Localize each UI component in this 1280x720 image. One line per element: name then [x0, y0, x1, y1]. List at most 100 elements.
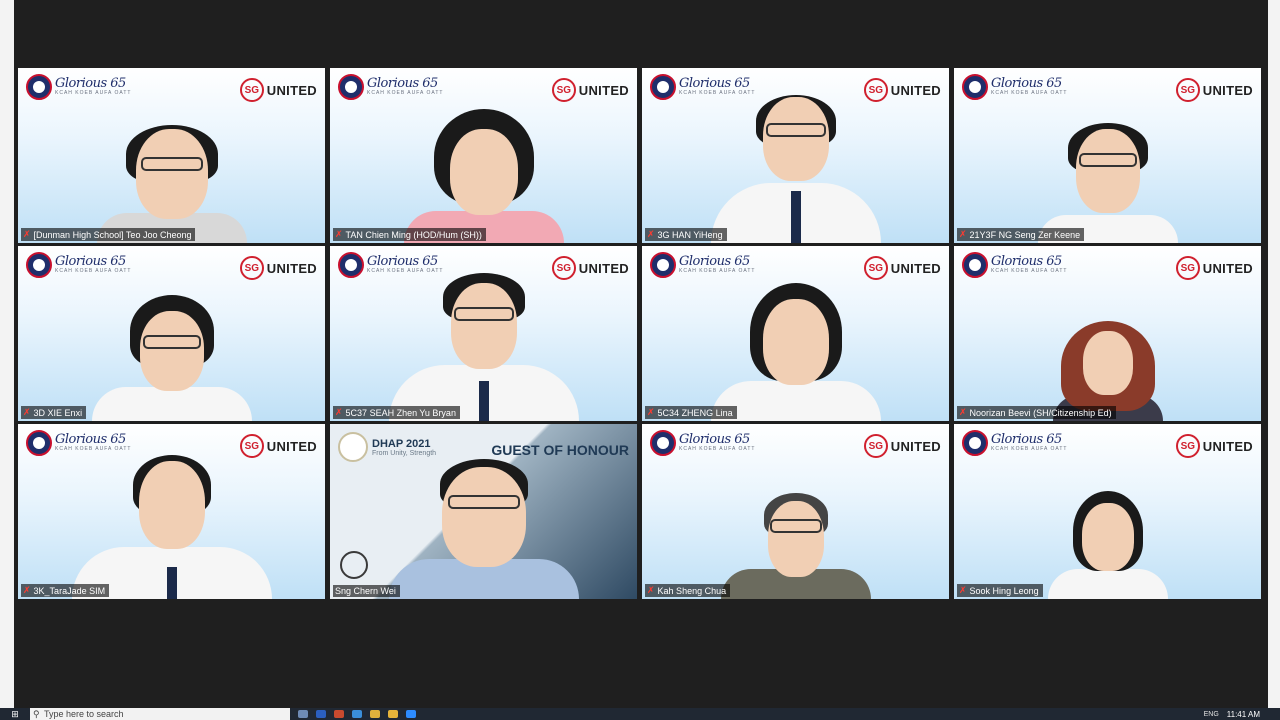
participant-name-tag: ✗ 3D XIE Enxi [21, 406, 87, 419]
glorious-65-logo: Glorious 65 KCAH KOEB AUFA OATT [338, 74, 443, 100]
school-crest-icon [26, 74, 52, 100]
video-tile-9[interactable]: Glorious 65 KCAH KOEB AUFA OATT SG UNITED … [18, 424, 325, 599]
participant-name: TAN Chien Ming (HOD/Hum (SH)) [345, 229, 482, 240]
participant-name: 21Y3F NG Seng Zer Keene [969, 229, 1081, 240]
taskbar-clock[interactable]: 11:41 AM [1227, 710, 1260, 719]
dhap-subtitle: From Unity, Strength [372, 449, 437, 457]
video-gallery-grid: Glorious 65 KCAH KOEB AUFA OATT SG UNITED … [18, 68, 1261, 599]
participant-name: Kah Sheng Chua [657, 585, 727, 596]
participant-name-tag: ✗ 5C37 SEAH Zhen Yu Bryan [333, 406, 460, 419]
school-crest-icon [26, 430, 52, 456]
language-indicator[interactable]: ENG [1204, 711, 1219, 718]
sg-circle-icon: SG [551, 256, 576, 280]
sg-united-text: UNITED [266, 82, 317, 98]
video-tile-6[interactable]: Glorious 65 KCAH KOEB AUFA OATT SG UNITED … [330, 246, 637, 421]
glorious-script-text: Glorious 65 [991, 432, 1062, 447]
word-app-icon[interactable] [316, 710, 326, 718]
sg-circle-icon: SG [863, 434, 888, 458]
glorious-sub-text: KCAH KOEB AUFA OATT [55, 446, 132, 452]
glorious-sub-text: KCAH KOEB AUFA OATT [367, 90, 444, 96]
dhap-seal-icon [338, 432, 368, 462]
school-crest-icon [650, 252, 676, 278]
file-explorer-icon[interactable] [388, 710, 398, 718]
sg-united-logo: SG UNITED [863, 78, 941, 102]
glorious-script-text: Glorious 65 [991, 76, 1062, 91]
search-icon: ⚲ [33, 709, 40, 719]
participant-name-tag: ✗ 3G HAN YiHeng [645, 228, 727, 241]
school-crest-icon [962, 430, 988, 456]
task-view-icon[interactable] [298, 710, 308, 718]
video-tile-12[interactable]: Glorious 65 KCAH KOEB AUFA OATT SG UNITED … [954, 424, 1261, 599]
glorious-script-text: Glorious 65 [367, 254, 438, 269]
sg-united-text: UNITED [890, 260, 941, 276]
guest-of-honour-banner: GUEST OF HONOUR [491, 442, 629, 458]
glorious-script-text: Glorious 65 [55, 432, 126, 447]
glorious-sub-text: KCAH KOEB AUFA OATT [991, 90, 1068, 96]
video-tile-2[interactable]: Glorious 65 KCAH KOEB AUFA OATT SG UNITED … [330, 68, 637, 243]
glorious-script-text: Glorious 65 [991, 254, 1062, 269]
participant-name: 5C37 SEAH Zhen Yu Bryan [345, 407, 456, 418]
school-crest-icon [338, 74, 364, 100]
sg-united-logo: SG UNITED [551, 78, 629, 102]
sg-united-text: UNITED [1202, 438, 1253, 454]
zoom-app-icon[interactable] [406, 710, 416, 718]
right-window-edge [1268, 0, 1280, 708]
glorious-65-logo: Glorious 65 KCAH KOEB AUFA OATT [962, 252, 1067, 278]
windows-taskbar: ⊞ ⚲ Type here to search ENG 11:41 AM [0, 708, 1280, 720]
sg-circle-icon: SG [239, 434, 264, 458]
video-tile-8[interactable]: Glorious 65 KCAH KOEB AUFA OATT SG UNITED … [954, 246, 1261, 421]
glorious-sub-text: KCAH KOEB AUFA OATT [679, 446, 756, 452]
glorious-sub-text: KCAH KOEB AUFA OATT [367, 268, 444, 274]
participant-name: 5C34 ZHENG Lina [657, 407, 733, 418]
sg-united-text: UNITED [578, 82, 629, 98]
taskbar-app-icons [298, 710, 416, 718]
participant-name-tag: ✗ Sook Hing Leong [957, 584, 1043, 597]
glorious-sub-text: KCAH KOEB AUFA OATT [991, 446, 1068, 452]
powerpoint-app-icon[interactable] [334, 710, 344, 718]
sg-circle-icon: SG [863, 78, 888, 102]
school-crest-icon [962, 252, 988, 278]
glorious-65-logo: Glorious 65 KCAH KOEB AUFA OATT [650, 252, 755, 278]
glorious-sub-text: KCAH KOEB AUFA OATT [679, 90, 756, 96]
sg-circle-icon: SG [1175, 78, 1200, 102]
participant-name-tag: ✗ Noorizan Beevi (SH/Citizenship Ed) [957, 406, 1116, 419]
video-tile-10-active-speaker[interactable]: DHAP 2021 From Unity, Strength GUEST OF … [330, 424, 637, 599]
participant-name: 3K_TaraJade SIM [33, 585, 106, 596]
sg-united-text: UNITED [266, 438, 317, 454]
edge-app-icon[interactable] [352, 710, 362, 718]
glorious-script-text: Glorious 65 [679, 254, 750, 269]
video-tile-1[interactable]: Glorious 65 KCAH KOEB AUFA OATT SG UNITED … [18, 68, 325, 243]
video-tile-4[interactable]: Glorious 65 KCAH KOEB AUFA OATT SG UNITED … [954, 68, 1261, 243]
video-tile-11[interactable]: Glorious 65 KCAH KOEB AUFA OATT SG UNITED … [642, 424, 949, 599]
video-tile-3[interactable]: Glorious 65 KCAH KOEB AUFA OATT SG UNITED … [642, 68, 949, 243]
glorious-sub-text: KCAH KOEB AUFA OATT [679, 268, 756, 274]
sg-united-logo: SG UNITED [1175, 78, 1253, 102]
participant-name-tag: ✗ TAN Chien Ming (HOD/Hum (SH)) [333, 228, 486, 241]
participant-name: Sook Hing Leong [969, 585, 1039, 596]
windows-start-icon[interactable]: ⊞ [8, 709, 22, 719]
glorious-65-logo: Glorious 65 KCAH KOEB AUFA OATT [26, 74, 131, 100]
glorious-script-text: Glorious 65 [367, 76, 438, 91]
chrome-app-icon[interactable] [370, 710, 380, 718]
glorious-65-logo: Glorious 65 KCAH KOEB AUFA OATT [338, 252, 443, 278]
sg-united-text: UNITED [1202, 82, 1253, 98]
taskbar-search-box[interactable]: ⚲ Type here to search [30, 708, 290, 720]
muted-mic-icon: ✗ [959, 229, 967, 239]
video-tile-7[interactable]: Glorious 65 KCAH KOEB AUFA OATT SG UNITED … [642, 246, 949, 421]
taskbar-search-placeholder: Type here to search [44, 709, 124, 719]
dhap-title: DHAP 2021 [372, 437, 431, 450]
sg-united-logo: SG UNITED [1175, 256, 1253, 280]
muted-mic-icon: ✗ [959, 407, 967, 417]
sg-circle-icon: SG [551, 78, 576, 102]
sg-united-text: UNITED [1202, 260, 1253, 276]
system-tray: ENG 11:41 AM [1204, 710, 1260, 719]
sg-united-logo: SG UNITED [1175, 434, 1253, 458]
participant-name-tag: ✗ [Dunman High School] Teo Joo Cheong [21, 228, 196, 241]
glorious-65-logo: Glorious 65 KCAH KOEB AUFA OATT [650, 430, 755, 456]
glorious-65-logo: Glorious 65 KCAH KOEB AUFA OATT [26, 252, 131, 278]
participant-name: 3D XIE Enxi [33, 407, 83, 418]
sg-circle-icon: SG [1175, 256, 1200, 280]
sg-united-logo: SG UNITED [863, 256, 941, 280]
muted-mic-icon: ✗ [23, 407, 31, 417]
video-tile-5[interactable]: Glorious 65 KCAH KOEB AUFA OATT SG UNITED … [18, 246, 325, 421]
